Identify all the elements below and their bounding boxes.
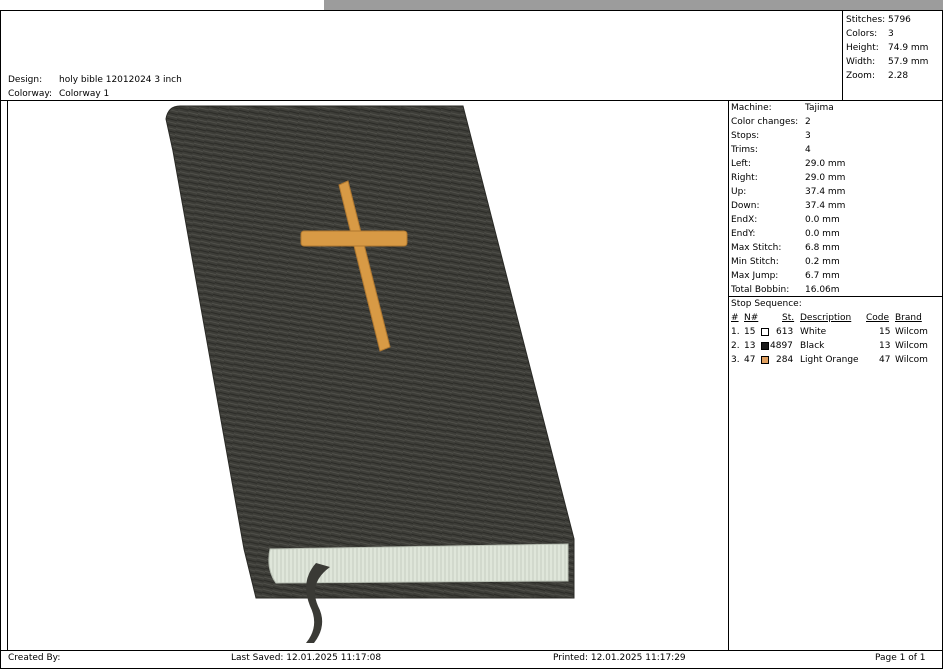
info-label-stops: Stops: [731,131,760,141]
summary-label-colors: Colors: [846,29,878,39]
info-label-right: Right: [731,173,758,183]
stop-row-3-code: 47 [879,355,891,365]
design-label: Design: [8,75,43,85]
info-panel-divider [728,100,729,650]
info-label-endy: EndY: [731,229,756,239]
stop-row-1-st: 613 [776,327,794,337]
summary-value-colors: 3 [888,29,894,39]
info-label-down: Down: [731,201,760,211]
stop-row-1-brand: Wilcom [895,327,928,337]
info-value-endx: 0.0 mm [805,215,840,225]
col-header-brand: Brand [895,313,922,323]
info-value-max-jump: 6.7 mm [805,271,840,281]
stop-row-3-desc: Light Orange [800,355,859,365]
border-top [0,10,943,11]
info-value-endy: 0.0 mm [805,229,840,239]
info-value-min-stitch: 0.2 mm [805,257,840,267]
info-value-right: 29.0 mm [805,173,846,183]
stop-row-1-index: 1. [731,327,740,337]
footer-page: Page 1 of 1 [875,653,926,663]
info-value-machine: Tajima [805,103,834,113]
stop-row-2-n: 13 [744,341,756,351]
info-value-down: 37.4 mm [805,201,846,211]
stop-row-1-desc: White [800,327,827,337]
stop-row-1-code: 15 [879,327,891,337]
info-value-trims: 4 [805,145,811,155]
info-label-color-changes: Color changes: [731,117,799,127]
summary-value-width: 57.9 mm [888,57,929,67]
embroidery-preview [165,105,575,643]
footer-printed: Printed: 12.01.2025 11:17:29 [553,653,686,663]
info-value-color-changes: 2 [805,117,811,127]
info-value-up: 37.4 mm [805,187,846,197]
info-label-machine: Machine: [731,103,772,113]
stop-row-3-swatch [761,356,769,364]
stop-row-2-desc: Black [800,341,825,351]
summary-value-zoom: 2.28 [888,71,909,81]
stop-row-2-code: 13 [879,341,891,351]
summary-value-height: 74.9 mm [888,43,929,53]
info-label-min-stitch: Min Stitch: [731,257,779,267]
info-label-max-jump: Max Jump: [731,271,779,281]
col-header-st: St. [782,313,795,323]
info-label-total-bobbin: Total Bobbin: [731,285,790,295]
summary-label-zoom: Zoom: [846,71,875,81]
col-header-n: N# [744,313,759,323]
info-label-up: Up: [731,187,747,197]
summary-divider [842,10,843,100]
info-value-left: 29.0 mm [805,159,846,169]
stop-row-2-index: 2. [731,341,740,351]
stop-row-2-swatch [761,342,769,350]
border-left [0,10,1,669]
col-header-code: Code [866,313,890,323]
summary-label-height: Height: [846,43,879,53]
colorway-label: Colorway: [8,89,53,99]
colorway-value: Colorway 1 [59,89,110,99]
col-header-desc: Description [800,313,852,323]
design-preview [8,101,728,649]
info-value-stops: 3 [805,131,811,141]
summary-value-stitches: 5796 [888,15,911,25]
info-label-endx: EndX: [731,215,758,225]
stop-row-1-n: 15 [744,327,756,337]
info-value-max-stitch: 6.8 mm [805,243,840,253]
stop-row-2-st: 4897 [770,341,793,351]
stop-row-3-n: 47 [744,355,756,365]
stop-row-1-swatch [761,328,769,336]
stop-row-2-brand: Wilcom [895,341,928,351]
stop-row-3-index: 3. [731,355,740,365]
footer-last-saved: Last Saved: 12.01.2025 11:17:08 [231,653,382,663]
footer-divider [0,650,943,651]
stop-row-3-brand: Wilcom [895,355,928,365]
stop-sequence-title: Stop Sequence: [731,299,802,309]
book-cover [165,105,575,599]
stop-row-3-st: 284 [776,355,794,365]
info-label-max-stitch: Max Stitch: [731,243,782,253]
col-header-num: # [731,313,739,323]
summary-label-stitches: Stitches: [846,15,886,25]
info-value-total-bobbin: 16.06m [805,285,840,295]
design-value: holy bible 12012024 3 inch [59,75,182,85]
info-label-trims: Trims: [731,145,758,155]
summary-label-width: Width: [846,57,876,67]
print-preview-frame: Design: holy bible 12012024 3 inch Color… [0,0,943,669]
info-label-left: Left: [731,159,751,169]
footer-created-by: Created By: [8,653,61,663]
